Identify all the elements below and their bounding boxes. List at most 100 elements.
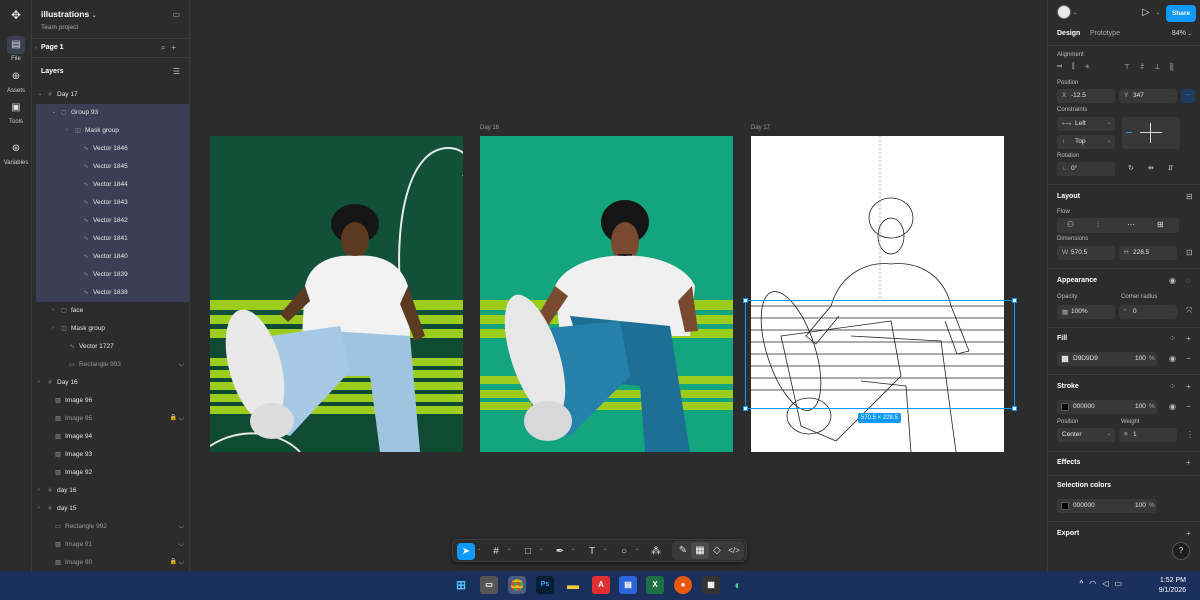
rotate-90-icon[interactable]: ↻ bbox=[1128, 165, 1148, 172]
constraint-vertical-select[interactable]: ↕ Top ⌄ bbox=[1057, 135, 1115, 149]
lock-icon[interactable]: 🔒 ◡ bbox=[170, 414, 184, 421]
layer-row[interactable]: ▨ Image 90 🔒 ◡ bbox=[36, 554, 189, 571]
corner-radius-field[interactable]: ⌜ 0 bbox=[1119, 305, 1177, 319]
hidden-eye-icon[interactable]: ◡ bbox=[179, 360, 184, 367]
shape-tool-chevron-icon[interactable]: ⌄ bbox=[539, 546, 543, 552]
align-middle-icon[interactable]: ⫩ bbox=[1140, 64, 1154, 71]
layer-row[interactable]: › # day 15 bbox=[36, 500, 189, 518]
chevron-down-icon[interactable]: ⌄ bbox=[52, 109, 56, 115]
messaging-app-icon[interactable]: ▤ bbox=[619, 576, 637, 594]
flow-freeform-icon[interactable]: ⚇ bbox=[1067, 220, 1074, 229]
distribute-icon[interactable]: ⫼ bbox=[1170, 64, 1183, 71]
excel-icon[interactable]: X bbox=[646, 576, 664, 594]
rail-variables[interactable]: ⊛ Variables bbox=[0, 140, 32, 166]
move-tool-chevron-icon[interactable]: ⌄ bbox=[477, 546, 481, 552]
layer-row[interactable]: ∿ Vector 1843 bbox=[36, 194, 189, 212]
align-center-h-icon[interactable]: ⫿ bbox=[1072, 63, 1084, 70]
text-tool-icon[interactable]: T bbox=[583, 543, 601, 560]
avatar-chevron-icon[interactable]: ⌄ bbox=[1073, 10, 1077, 16]
share-button[interactable]: Share bbox=[1166, 5, 1196, 22]
layer-row[interactable]: › # Day 16 bbox=[36, 374, 189, 392]
layer-row[interactable]: › ◫ Mask group bbox=[36, 122, 189, 140]
hidden-eye-icon[interactable]: ◡ bbox=[179, 522, 184, 529]
file-title[interactable]: illustrations ⌄ bbox=[41, 9, 97, 19]
zoom-level[interactable]: 84% ⌄ bbox=[1172, 30, 1192, 37]
rotation-field[interactable]: ∟ 0° bbox=[1057, 162, 1115, 176]
figma-logo-icon[interactable]: ✥ bbox=[8, 8, 24, 24]
constraint-horizontal-select[interactable]: ⟷ Left ⌄ bbox=[1057, 117, 1115, 131]
stroke-styles-icon[interactable]: ⁘ bbox=[1169, 382, 1176, 391]
stroke-swatch[interactable] bbox=[1061, 403, 1069, 411]
resize-handle-bottom-left[interactable] bbox=[743, 406, 748, 411]
layer-row[interactable]: ∿ Vector 1838 bbox=[36, 284, 189, 302]
page-selector[interactable]: › Page 1 ⌕+ bbox=[32, 38, 189, 58]
chevron-right-icon[interactable]: › bbox=[38, 487, 40, 493]
collapse-layers-icon[interactable]: ☰ bbox=[173, 67, 180, 76]
x-position-field[interactable]: X -12.5 bbox=[1057, 89, 1115, 103]
constrain-proportions-icon[interactable]: ⊡ bbox=[1186, 248, 1193, 257]
selection-color-swatch[interactable] bbox=[1061, 502, 1069, 510]
rail-file[interactable]: ▤ File bbox=[0, 36, 32, 62]
add-export-icon[interactable]: + bbox=[1186, 529, 1191, 538]
flow-selector[interactable]: ⚇ ⫶ ⋯ ⊞ bbox=[1057, 218, 1179, 233]
frame-photo[interactable] bbox=[210, 136, 463, 452]
stroke-visibility-icon[interactable]: ◉ bbox=[1169, 402, 1176, 411]
wifi-icon[interactable]: ◠ bbox=[1089, 579, 1102, 588]
layer-row[interactable]: ∿ Vector 1845 bbox=[36, 158, 189, 176]
layer-row[interactable]: ⌄ ▢ Group 93 bbox=[36, 104, 189, 122]
rail-tools[interactable]: ▣ Tools bbox=[0, 99, 32, 125]
layer-row[interactable]: ▨ Image 91 ◡ bbox=[36, 536, 189, 554]
frame-day-16[interactable] bbox=[480, 136, 733, 452]
dev-mode-icon[interactable]: </> bbox=[725, 542, 743, 559]
pen-tool-chevron-icon[interactable]: ⌄ bbox=[571, 546, 575, 552]
avatar[interactable] bbox=[1057, 5, 1071, 19]
layer-row[interactable]: ▨ Image 96 bbox=[36, 392, 189, 410]
prototype-mode-icon[interactable]: ◇ bbox=[708, 542, 726, 559]
auto-layout-icon[interactable]: ⊟ bbox=[1186, 192, 1193, 201]
add-page-icon[interactable]: + bbox=[171, 43, 182, 52]
layer-row[interactable]: › ▢ face bbox=[36, 302, 189, 320]
actions-icon[interactable]: ⁂ bbox=[647, 543, 665, 560]
layer-row[interactable]: ∿ Vector 1844 bbox=[36, 176, 189, 194]
selection-bounding-box[interactable] bbox=[743, 298, 1017, 411]
chrome-icon[interactable] bbox=[508, 576, 526, 594]
volume-icon[interactable]: ◁ bbox=[1102, 579, 1114, 588]
add-effect-icon[interactable]: + bbox=[1186, 458, 1191, 467]
flow-horizontal-icon[interactable]: ⋯ bbox=[1127, 220, 1135, 229]
tab-design[interactable]: Design bbox=[1057, 30, 1080, 37]
comment-tool-chevron-icon[interactable]: ⌄ bbox=[635, 546, 639, 552]
shape-tool-icon[interactable]: □ bbox=[519, 543, 537, 560]
chevron-down-icon[interactable]: ⌄ bbox=[38, 91, 42, 97]
frame-tool-icon[interactable]: # bbox=[487, 543, 505, 560]
opacity-field[interactable]: ▦ 100% bbox=[1057, 305, 1115, 319]
draw-mode-icon[interactable]: ✎ bbox=[674, 542, 692, 559]
add-stroke-icon[interactable]: + bbox=[1186, 382, 1191, 391]
firefox-icon[interactable]: ● bbox=[674, 576, 692, 594]
layer-row[interactable]: ⌄ # Day 17 bbox=[36, 86, 189, 104]
stroke-settings-icon[interactable]: ⋮ bbox=[1186, 430, 1194, 439]
task-view-icon[interactable]: ▭ bbox=[480, 576, 498, 594]
layer-row[interactable]: ▨ Image 92 bbox=[36, 464, 189, 482]
tab-prototype[interactable]: Prototype bbox=[1090, 30, 1120, 37]
y-position-field[interactable]: Y 347 bbox=[1119, 89, 1177, 103]
layer-row[interactable]: ▨ Image 94 bbox=[36, 428, 189, 446]
file-explorer-icon[interactable]: ▬ bbox=[564, 576, 582, 594]
chevron-right-icon[interactable]: › bbox=[38, 505, 40, 511]
layer-row[interactable]: ∿ Vector 1727 bbox=[36, 338, 189, 356]
constrain-position-icon[interactable]: ⌐ bbox=[1181, 89, 1195, 103]
chevron-right-icon[interactable]: › bbox=[52, 325, 54, 331]
fill-color-field[interactable]: D9D9D9 100 % bbox=[1057, 352, 1157, 366]
fill-visibility-icon[interactable]: ◉ bbox=[1169, 354, 1176, 363]
stroke-weight-field[interactable]: ≡ 1 bbox=[1119, 428, 1177, 442]
layer-row[interactable]: ▭ Rectangle 992 ◡ bbox=[36, 518, 189, 536]
move-tool-icon[interactable]: ➤ bbox=[457, 543, 475, 560]
selection-color-field[interactable]: 000000 100 % bbox=[1057, 499, 1157, 513]
rail-assets[interactable]: ⊕ Assets bbox=[0, 68, 32, 94]
align-left-icon[interactable]: ⫤ bbox=[1057, 63, 1072, 70]
edge-icon[interactable]: ◐ bbox=[729, 576, 747, 594]
acrobat-icon[interactable]: A bbox=[592, 576, 610, 594]
chevron-right-icon[interactable]: › bbox=[38, 379, 40, 385]
layer-row[interactable]: ∿ Vector 1841 bbox=[36, 230, 189, 248]
resize-handle-bottom-right[interactable] bbox=[1012, 406, 1017, 411]
pen-tool-icon[interactable]: ✒ bbox=[551, 543, 569, 560]
